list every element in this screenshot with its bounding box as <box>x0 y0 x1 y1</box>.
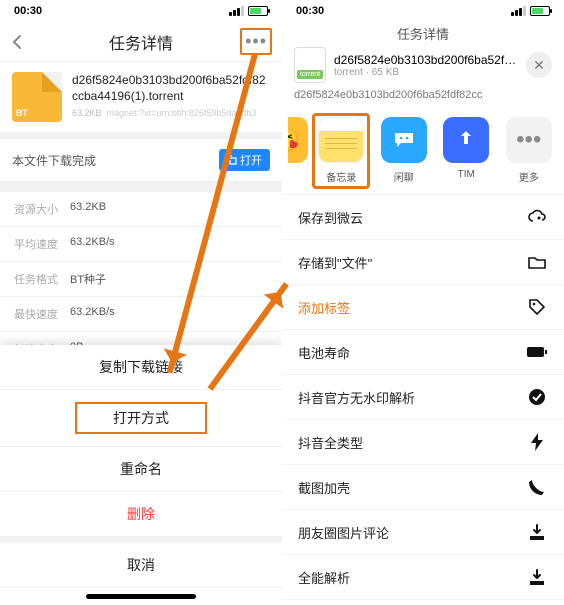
open-with-option[interactable]: 打开方式 <box>0 390 282 447</box>
status-time: 00:30 <box>296 5 324 17</box>
right-screen: 00:30 任务详情 torrent d26f5824e0b3103bd200f… <box>282 0 564 605</box>
download-icon <box>526 566 548 588</box>
share-file-row: torrent d26f5824e0b3103bd200f6ba52fdf82c… <box>294 47 552 83</box>
app-tim[interactable]: TIM <box>437 117 496 184</box>
battery-icon <box>248 6 268 16</box>
status-time: 00:30 <box>14 5 42 17</box>
info-row: 平均速度63.2KB/s <box>0 227 282 262</box>
action-screenshot-shell[interactable]: 截图加壳 <box>282 465 564 510</box>
action-all-parse[interactable]: 全能解析 <box>282 555 564 600</box>
action-save-weiyun[interactable]: 保存到微云 <box>282 195 564 240</box>
battery-icon <box>526 341 548 363</box>
share-apps-row: 😘 备忘录 闲聊 TIM ••• 更多 <box>282 109 564 194</box>
download-icon <box>526 521 548 543</box>
delete-option[interactable]: 删除 <box>0 492 282 537</box>
share-file-name: d26f5824e0b3103bd200f6ba52fdf82cc... <box>334 53 518 67</box>
status-icons <box>229 6 268 16</box>
app-notes[interactable]: 备忘录 <box>312 117 371 184</box>
torrent-file-icon: BT <box>12 72 62 122</box>
share-action-list: 保存到微云 存储到"文件" 添加标签 电池寿命 抖音官方无水印解析 抖音全类型 … <box>282 194 564 605</box>
battery-icon <box>530 6 550 16</box>
app-emoji-partial[interactable]: 😘 <box>288 117 308 163</box>
tag-icon <box>526 296 548 318</box>
signal-icon <box>229 6 244 16</box>
action-sheet: 复制下载链接 打开方式 重命名 删除 取消 <box>0 345 282 605</box>
cancel-option[interactable]: 取消 <box>0 543 282 588</box>
action-save-files[interactable]: 存储到"文件" <box>282 240 564 285</box>
signal-icon <box>511 6 526 16</box>
page-title: 任务详情 <box>109 30 173 54</box>
tim-icon <box>443 117 489 163</box>
status-icons <box>511 6 550 16</box>
check-icon <box>526 386 548 408</box>
close-icon[interactable]: ✕ <box>526 52 552 78</box>
home-indicator <box>86 594 196 599</box>
more-icon[interactable]: ••• <box>240 28 272 55</box>
rename-option[interactable]: 重命名 <box>0 447 282 492</box>
back-icon[interactable] <box>10 34 26 50</box>
folder-icon <box>526 251 548 273</box>
status-bar: 00:30 <box>282 0 564 22</box>
info-row: 资源大小63.2KB <box>0 192 282 227</box>
action-wechat-comment[interactable]: 朋友圈图片评论 <box>282 510 564 555</box>
emoji-icon: 😘 <box>288 117 308 163</box>
action-douyin-nowm[interactable]: 抖音官方无水印解析 <box>282 375 564 420</box>
cloud-icon <box>526 206 548 228</box>
action-battery[interactable]: 电池寿命 <box>282 330 564 375</box>
action-douyin-all[interactable]: 抖音全类型 <box>282 420 564 465</box>
chat-icon <box>381 117 427 163</box>
bolt-icon <box>526 431 548 453</box>
status-bar: 00:30 <box>0 0 282 22</box>
more-apps-icon: ••• <box>506 117 552 163</box>
header: 任务详情 ••• <box>0 22 282 62</box>
share-title: 任务详情 <box>294 24 552 43</box>
share-header: 任务详情 torrent d26f5824e0b3103bd200f6ba52f… <box>282 22 564 109</box>
share-file-sub: torrent · 65 KB <box>334 67 518 78</box>
notes-icon <box>318 117 364 163</box>
share-file-below: d26f5824e0b3103bd200f6ba52fdf82cc <box>294 89 552 101</box>
app-xianliao[interactable]: 闲聊 <box>375 117 434 184</box>
torrent-mini-icon: torrent <box>294 47 326 83</box>
app-more[interactable]: ••• 更多 <box>500 117 559 184</box>
action-qr[interactable]: 识别二维码 1.1 <box>282 600 564 605</box>
phone-icon <box>526 476 548 498</box>
action-add-tag[interactable]: 添加标签 <box>282 285 564 330</box>
left-screen: 00:30 任务详情 ••• BT d26f5824e0b3103bd200f6… <box>0 0 282 605</box>
download-status-row: 本文件下载完成 打开 <box>0 138 282 182</box>
download-status: 本文件下载完成 <box>12 152 96 169</box>
info-row: 任务格式BT种子 <box>0 262 282 297</box>
info-row: 最快速度63.2KB/s <box>0 297 282 332</box>
